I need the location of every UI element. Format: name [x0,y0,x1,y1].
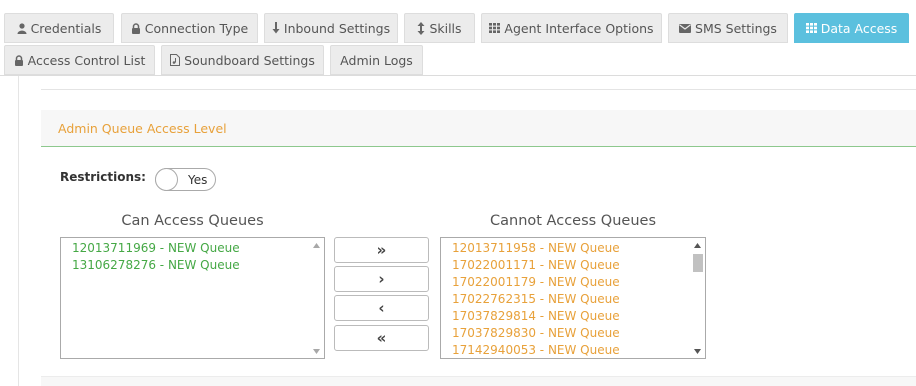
scrollbar[interactable] [309,238,324,358]
tab-label: Data Access [820,20,898,36]
tab-soundboard-settings[interactable]: Soundboard Settings [161,45,324,75]
list-item[interactable]: 17142940053 - NEW Queue [441,342,690,358]
toggle-text: Yes [188,173,208,187]
scroll-thumb[interactable] [693,254,703,272]
tab-label: Access Control List [27,52,146,68]
envelope-icon [679,23,692,33]
tab-label: Credentials [30,20,102,36]
scroll-down-icon[interactable] [309,344,324,358]
tab-connection-type[interactable]: Connection Type [121,13,258,43]
tab-agent-interface-options[interactable]: Agent Interface Options [481,13,662,43]
cannot-access-items: 12013711958 - NEW Queue 17022001171 - NE… [441,240,690,358]
tab-sms-settings[interactable]: SMS Settings [668,13,788,43]
can-access-listbox[interactable]: 12013711969 - NEW Queue 13106278276 - NE… [60,237,325,359]
tab-label: Agent Interface Options [504,20,654,36]
lock-icon [131,22,141,34]
list-item[interactable]: 12013711958 - NEW Queue [441,240,690,257]
cannot-access-title: Cannot Access Queues [490,213,656,229]
tab-skills[interactable]: Skills [404,13,475,43]
grid-icon [489,23,501,33]
grid-icon [805,23,817,33]
tab-label: Soundboard Settings [184,52,315,68]
scroll-down-icon[interactable] [690,344,705,358]
list-item[interactable]: 17037829830 - NEW Queue [441,325,690,342]
tab-label: SMS Settings [695,20,777,36]
tab-admin-logs[interactable]: Admin Logs [330,45,423,75]
data-access-panel: Admin Queue Access Level Restrictions: Y… [18,76,916,386]
lock-icon [14,54,24,66]
tab-bar: Credentials Connection Type Inbound Sett… [0,0,916,76]
list-item[interactable]: 12013711969 - NEW Queue [61,240,309,257]
move-right-button[interactable]: › [334,266,429,292]
section-header: Admin Queue Access Level [41,110,916,147]
tab-data-access[interactable]: Data Access [794,13,909,43]
restrictions-toggle[interactable]: Yes [155,168,216,191]
can-access-items: 12013711969 - NEW Queue 13106278276 - NE… [61,240,309,274]
toggle-knob [155,168,178,191]
tab-label: Connection Type [144,20,249,36]
scrollbar[interactable] [690,238,705,358]
user-icon [17,22,27,34]
list-item[interactable]: 17022001179 - NEW Queue [441,274,690,291]
tab-inbound-settings[interactable]: Inbound Settings [264,13,398,43]
move-left-button[interactable]: ‹ [334,295,429,321]
tab-label: Inbound Settings [283,20,391,36]
restrictions-label: Restrictions: [60,170,146,184]
arrows-vertical-icon [417,21,425,35]
divider [41,89,916,90]
list-item[interactable]: 17022001171 - NEW Queue [441,257,690,274]
list-item[interactable]: 17037829814 - NEW Queue [441,308,690,325]
scroll-up-icon[interactable] [690,238,705,252]
arrow-down-icon [272,22,280,34]
tab-access-control-list[interactable]: Access Control List [4,45,155,75]
section-title: Admin Queue Access Level [58,120,227,136]
scroll-up-icon[interactable] [309,238,324,252]
music-file-icon [170,54,181,66]
tab-label: Skills [429,20,462,36]
move-all-right-button[interactable]: » [334,237,429,263]
tab-label: Admin Logs [340,52,413,68]
tab-credentials[interactable]: Credentials [4,13,114,43]
list-item[interactable]: 13106278276 - NEW Queue [61,257,309,274]
next-section-header [41,376,916,386]
cannot-access-listbox[interactable]: 12013711958 - NEW Queue 17022001171 - NE… [440,237,706,359]
list-item[interactable]: 17022762315 - NEW Queue [441,291,690,308]
move-all-left-button[interactable]: « [334,325,429,351]
can-access-title: Can Access Queues [121,213,264,229]
